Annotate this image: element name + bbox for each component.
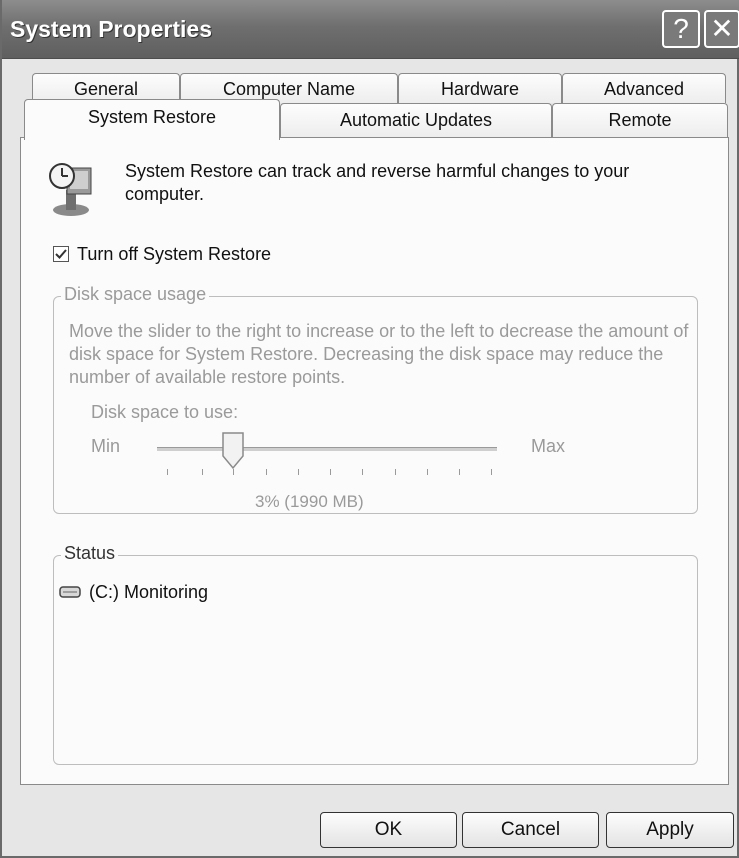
intro-text: System Restore can track and reverse har… [125,161,630,204]
close-icon: ✕ [710,13,734,44]
system-properties-window: System Properties ? ✕ General Computer N… [0,0,739,858]
disk-space-description: Move the slider to the right to increase… [69,321,689,387]
turn-off-system-restore-checkbox[interactable] [53,246,69,262]
system-restore-panel: System Restore can track and reverse har… [20,137,729,785]
disk-space-slider-track[interactable] [157,447,497,451]
drive-icon [59,585,81,598]
status-legend: Status [61,543,119,564]
slider-label: Disk space to use: [91,402,239,422]
disk-space-legend: Disk space usage [61,284,210,305]
disk-space-value: 3% (1990 MB) [255,492,364,511]
slider-tick [330,469,331,475]
slider-tick [202,469,203,475]
slider-tick [459,469,460,475]
disk-space-slider-thumb[interactable] [222,432,244,470]
slider-tick [266,469,267,475]
window-title: System Properties [10,16,212,42]
slider-tick [491,469,492,475]
tab-advanced[interactable]: Advanced [562,73,726,103]
slider-tick [362,469,363,475]
title-bar[interactable]: System Properties ? ✕ [2,0,739,59]
help-icon: ? [673,13,689,44]
tab-remote[interactable]: Remote [552,103,728,137]
slider-tick [427,469,428,475]
tab-system-restore[interactable]: System Restore [24,99,280,140]
tab-automatic-updates[interactable]: Automatic Updates [280,103,552,137]
slider-tick [167,469,168,475]
help-button[interactable]: ? [662,10,700,48]
ok-button[interactable]: OK [320,812,457,848]
close-button[interactable]: ✕ [704,10,739,48]
tab-hardware[interactable]: Hardware [398,73,562,103]
apply-button[interactable]: Apply [606,812,734,848]
slider-tick [298,469,299,475]
checkmark-icon [55,249,67,259]
system-restore-icon [49,160,93,218]
drive-status-text: (C:) Monitoring [89,582,209,602]
slider-max-label: Max [531,436,566,456]
slider-min-label: Min [91,436,121,456]
slider-tick [395,469,396,475]
cancel-button[interactable]: Cancel [462,812,599,848]
turn-off-system-restore-label[interactable]: Turn off System Restore [77,244,271,265]
